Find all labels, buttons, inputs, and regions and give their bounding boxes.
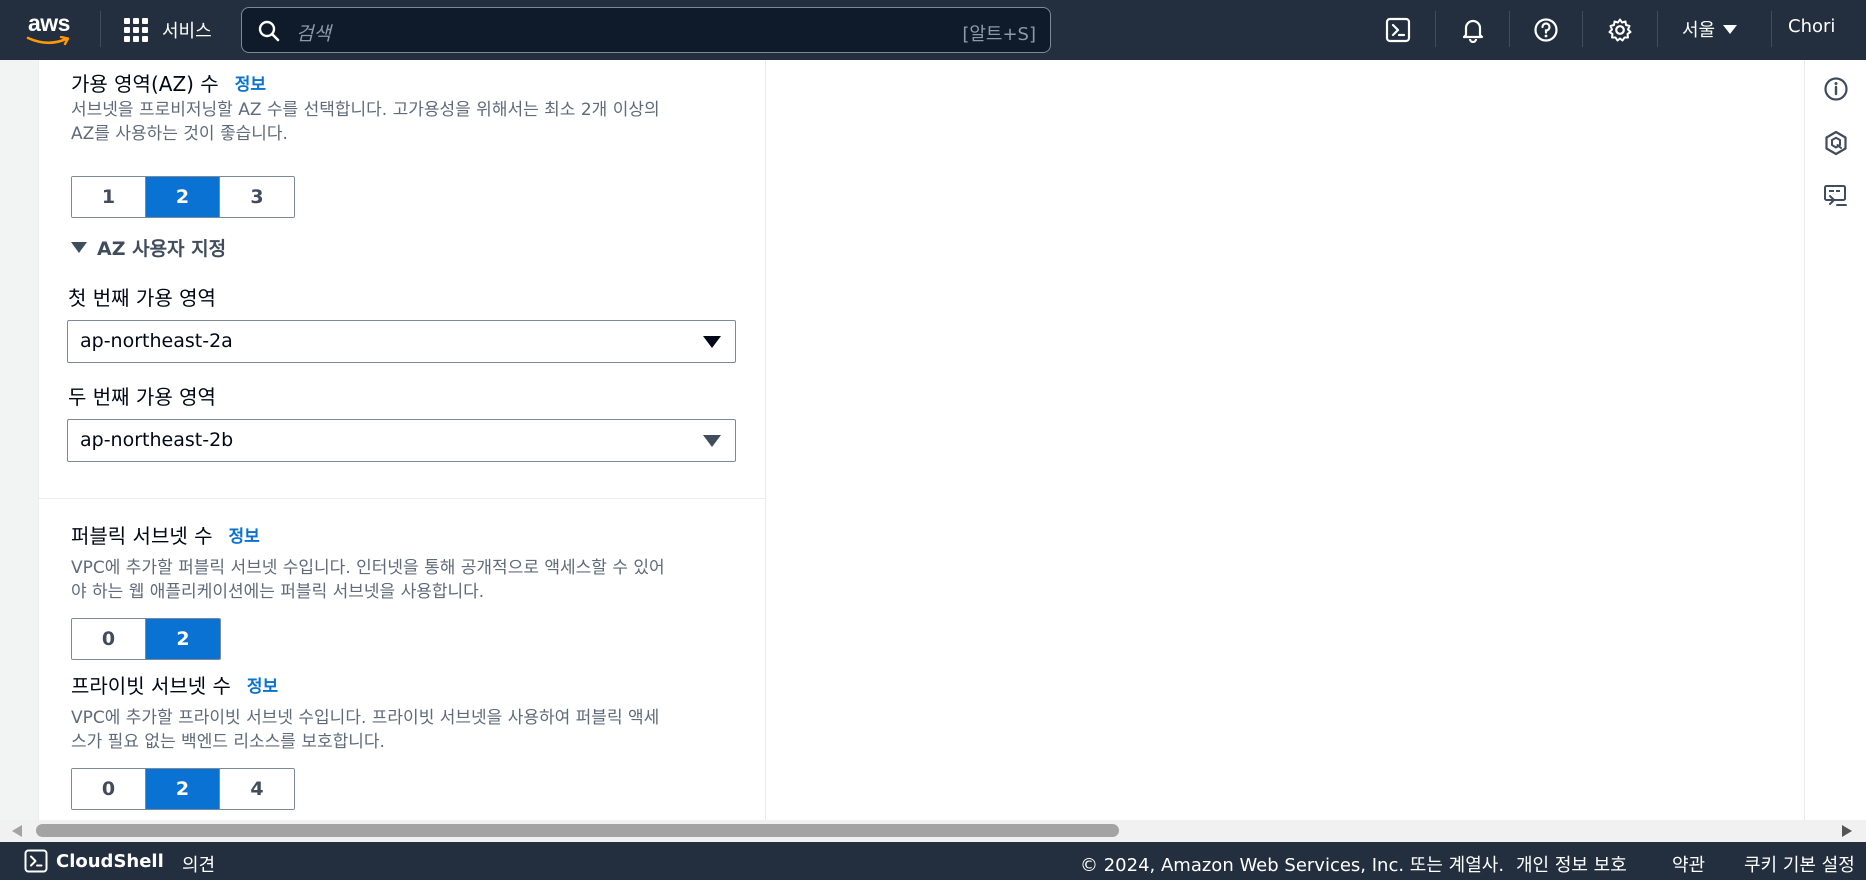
second-az-label: 두 번째 가용 영역: [68, 385, 216, 409]
az-description-line1: 서브넷을 프로비저닝할 AZ 수를 선택합니다. 고가용성을 위해서는 최소 2…: [71, 100, 660, 120]
cookie-preferences-link[interactable]: 쿠키 기본 설정: [1744, 851, 1855, 877]
nav-divider: [1435, 11, 1436, 47]
scroll-left-arrow-icon[interactable]: [12, 825, 22, 837]
private-subnets-option-0[interactable]: 0: [72, 769, 146, 809]
scrollbar-thumb[interactable]: [36, 824, 1119, 837]
privacy-link[interactable]: 개인 정보 보호: [1516, 851, 1627, 877]
private-subnets-segmented-control: 0 2 4: [71, 768, 295, 810]
nav-divider: [100, 11, 101, 47]
public-subnets-info-link[interactable]: 정보: [229, 522, 260, 547]
az-option-1[interactable]: 1: [72, 177, 146, 217]
caret-down-icon: [1723, 24, 1738, 34]
amazon-q-icon[interactable]: [1822, 129, 1850, 157]
public-subnets-segmented-control: 0 2: [71, 618, 221, 660]
aws-logo[interactable]: aws: [26, 10, 78, 46]
private-subnets-option-2[interactable]: 2: [146, 769, 220, 809]
caret-down-icon: [703, 435, 721, 447]
public-subnets-title: 퍼블릭 서브넷 수 정보: [71, 520, 260, 549]
caret-down-icon: [703, 336, 721, 348]
top-navigation: aws 서비스 검색 [알트+S] 서울 Chori: [0, 0, 1866, 60]
second-az-select[interactable]: ap-northeast-2b: [67, 419, 736, 462]
search-input[interactable]: 검색 [알트+S]: [241, 7, 1051, 53]
private-subnets-title: 프라이빗 서브넷 수 정보: [71, 670, 278, 699]
user-menu[interactable]: Chori: [1788, 16, 1835, 37]
terms-link[interactable]: 약관: [1672, 851, 1705, 877]
services-menu-button[interactable]: 서비스: [124, 16, 212, 44]
footer: CloudShell 의견 © 2024, Amazon Web Service…: [0, 842, 1866, 880]
public-subnets-option-2[interactable]: 2: [146, 619, 220, 659]
preview-panel: [766, 60, 1804, 820]
feedback-link[interactable]: 의견: [182, 851, 215, 877]
first-az-value: ap-northeast-2a: [80, 330, 233, 352]
customize-az-label: AZ 사용자 지정: [97, 238, 227, 260]
private-subnets-description: VPC에 추가할 프라이빗 서브넷 수입니다. 프라이빗 서브넷을 사용하여 퍼…: [71, 706, 771, 754]
services-label: 서비스: [162, 21, 212, 42]
region-selector[interactable]: 서울: [1682, 16, 1738, 42]
nav-divider: [1657, 11, 1658, 47]
private-subnets-label: 프라이빗 서브넷 수: [71, 674, 231, 698]
public-subnets-description-line1: VPC에 추가할 퍼블릭 서브넷 수입니다. 인터넷을 통해 공개적으로 액세스…: [71, 558, 665, 578]
user-name: Chori: [1788, 16, 1836, 37]
az-description: 서브넷을 프로비저닝할 AZ 수를 선택합니다. 고가용성을 위해서는 최소 2…: [71, 98, 771, 146]
utility-rail: [1804, 60, 1866, 820]
private-subnets-option-4[interactable]: 4: [220, 769, 294, 809]
private-subnets-info-link[interactable]: 정보: [247, 672, 278, 697]
copyright-text: © 2024, Amazon Web Services, Inc. 또는 계열사…: [1080, 855, 1505, 876]
section-divider: [39, 498, 765, 499]
public-subnets-description: VPC에 추가할 퍼블릭 서브넷 수입니다. 인터넷을 통해 공개적으로 액세스…: [71, 556, 771, 604]
search-shortcut-hint: [알트+S]: [962, 24, 1036, 45]
private-subnets-description-line2: 스가 필요 없는 백엔드 리소스를 보호합니다.: [71, 732, 385, 752]
public-subnets-label: 퍼블릭 서브넷 수: [71, 524, 213, 548]
az-count-segmented-control: 1 2 3: [71, 176, 295, 218]
az-info-link[interactable]: 정보: [235, 70, 266, 95]
help-icon[interactable]: [1530, 14, 1562, 46]
aws-logo-text: aws: [28, 10, 70, 36]
search-placeholder: 검색: [296, 23, 331, 45]
az-option-2[interactable]: 2: [146, 177, 220, 217]
scroll-right-arrow-icon[interactable]: [1842, 825, 1852, 837]
vpc-settings-panel: 가용 영역(AZ) 수 정보 서브넷을 프로비저닝할 AZ 수를 선택합니다. …: [38, 60, 766, 820]
first-az-label: 첫 번째 가용 영역: [68, 286, 216, 310]
public-subnets-option-0[interactable]: 0: [72, 619, 146, 659]
search-icon: [258, 20, 280, 42]
nav-divider: [1509, 11, 1510, 47]
settings-icon[interactable]: [1604, 14, 1636, 46]
second-az-value: ap-northeast-2b: [80, 429, 234, 451]
nav-divider: [1582, 11, 1583, 47]
console-toolbar-icon[interactable]: [1822, 182, 1850, 210]
customize-az-expander[interactable]: AZ 사용자 지정: [71, 234, 226, 261]
az-count-title: 가용 영역(AZ) 수 정보: [71, 68, 266, 97]
public-subnets-description-line2: 야 하는 웹 애플리케이션에는 퍼블릭 서브넷을 사용합니다.: [71, 582, 485, 602]
aws-smile-icon: [26, 36, 70, 46]
region-label: 서울: [1682, 20, 1716, 41]
az-option-3[interactable]: 3: [220, 177, 294, 217]
cloudshell-button[interactable]: CloudShell: [24, 849, 164, 873]
cloudshell-icon: [24, 849, 48, 873]
main-content: 가용 영역(AZ) 수 정보 서브넷을 프로비저닝할 AZ 수를 선택합니다. …: [0, 60, 1804, 820]
az-description-line2: AZ를 사용하는 것이 좋습니다.: [71, 124, 288, 144]
az-count-label: 가용 영역(AZ) 수: [71, 72, 219, 96]
first-az-select[interactable]: ap-northeast-2a: [67, 320, 736, 363]
cloudshell-icon[interactable]: [1382, 14, 1414, 46]
nav-divider: [1771, 11, 1772, 47]
caret-down-icon: [71, 242, 87, 253]
horizontal-scrollbar[interactable]: [0, 820, 1866, 842]
private-subnets-description-line1: VPC에 추가할 프라이빗 서브넷 수입니다. 프라이빗 서브넷을 사용하여 퍼…: [71, 708, 660, 728]
services-grid-icon: [124, 18, 148, 42]
cloudshell-label: CloudShell: [56, 850, 164, 872]
notifications-icon[interactable]: [1457, 14, 1489, 46]
info-icon[interactable]: [1822, 75, 1850, 103]
